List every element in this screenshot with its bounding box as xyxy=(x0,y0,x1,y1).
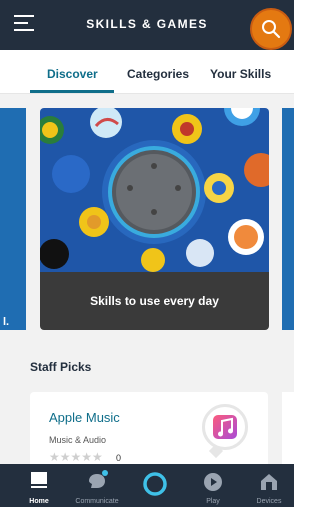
discover-content[interactable]: l. Skills to use every day Staff Picks A… xyxy=(0,94,294,464)
skill-card[interactable]: Apple Music Music & Audio ★★★★★ 0 xyxy=(30,392,268,464)
star-rating: ★★★★★ xyxy=(49,450,103,464)
bottom-nav: Home Communicate Play Devices xyxy=(0,464,294,507)
search-button[interactable] xyxy=(250,8,292,50)
devices-icon xyxy=(261,474,277,490)
nav-alexa[interactable] xyxy=(126,464,184,507)
skill-category: Music & Audio xyxy=(49,435,107,445)
nav-label-communicate: Communicate xyxy=(75,498,119,505)
section-title-staff-picks: Staff Picks xyxy=(30,360,92,374)
skill-name: Apple Music xyxy=(49,410,120,425)
next-skill-card[interactable] xyxy=(282,392,294,464)
previous-card-text: l. xyxy=(3,316,10,328)
tab-categories[interactable]: Categories xyxy=(127,67,189,81)
notification-dot xyxy=(102,470,108,476)
rating-count: 0 xyxy=(116,453,122,463)
nav-devices[interactable]: Devices xyxy=(240,464,298,507)
nav-home[interactable]: Home xyxy=(10,464,68,507)
tab-discover[interactable]: Discover xyxy=(47,67,98,81)
music-note-icon xyxy=(202,404,248,450)
nav-label-play: Play xyxy=(206,498,220,505)
hero-caption: Skills to use every day xyxy=(90,294,219,308)
nav-communicate[interactable]: Communicate xyxy=(68,464,126,507)
home-icon xyxy=(31,472,47,488)
search-icon xyxy=(262,20,281,39)
tab-your-skills[interactable]: Your Skills xyxy=(210,67,271,81)
hero-caption-bar: Skills to use every day xyxy=(40,272,269,330)
hero-image xyxy=(40,108,269,272)
play-icon xyxy=(204,473,222,491)
alexa-ring-icon xyxy=(143,472,167,496)
tab-bar: Discover Categories Your Skills xyxy=(0,50,294,94)
nav-play[interactable]: Play xyxy=(184,464,242,507)
nav-label-home: Home xyxy=(29,498,49,505)
active-tab-indicator xyxy=(30,90,114,93)
next-carousel-card[interactable] xyxy=(282,108,294,330)
nav-label-devices: Devices xyxy=(256,498,282,505)
app-header: SKILLS & GAMES xyxy=(0,0,294,50)
previous-carousel-card[interactable]: l. xyxy=(0,108,26,330)
hero-carousel-card[interactable]: Skills to use every day xyxy=(40,108,269,330)
